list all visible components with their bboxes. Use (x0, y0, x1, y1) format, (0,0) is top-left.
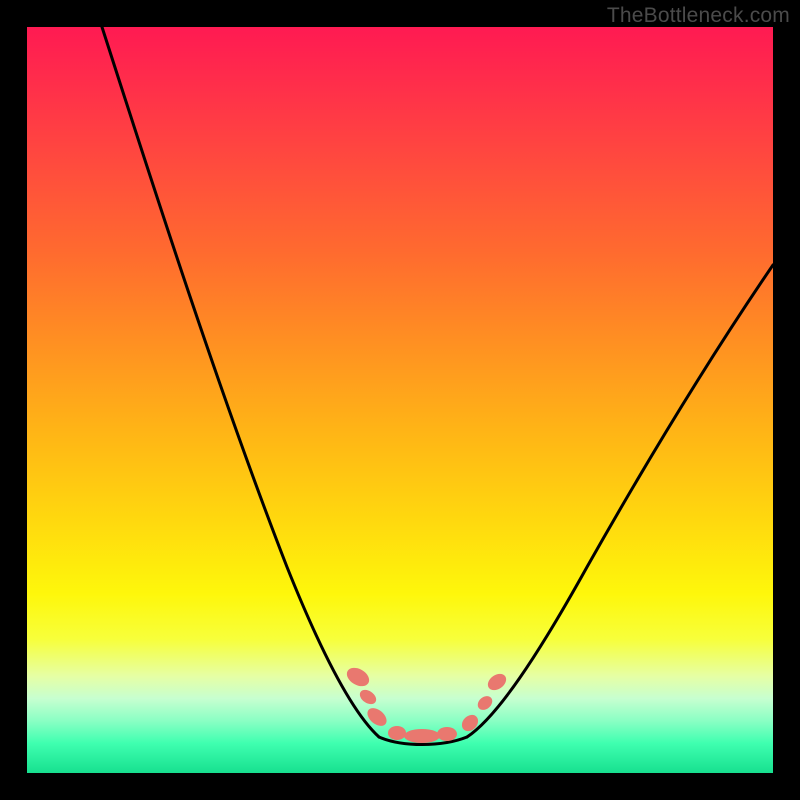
curve-layer (27, 27, 773, 773)
valley-markers (344, 664, 510, 743)
plot-area (27, 27, 773, 773)
right-curve (467, 265, 773, 737)
watermark-text: TheBottleneck.com (607, 4, 790, 28)
chart-frame: TheBottleneck.com (0, 0, 800, 800)
left-curve (102, 27, 379, 737)
